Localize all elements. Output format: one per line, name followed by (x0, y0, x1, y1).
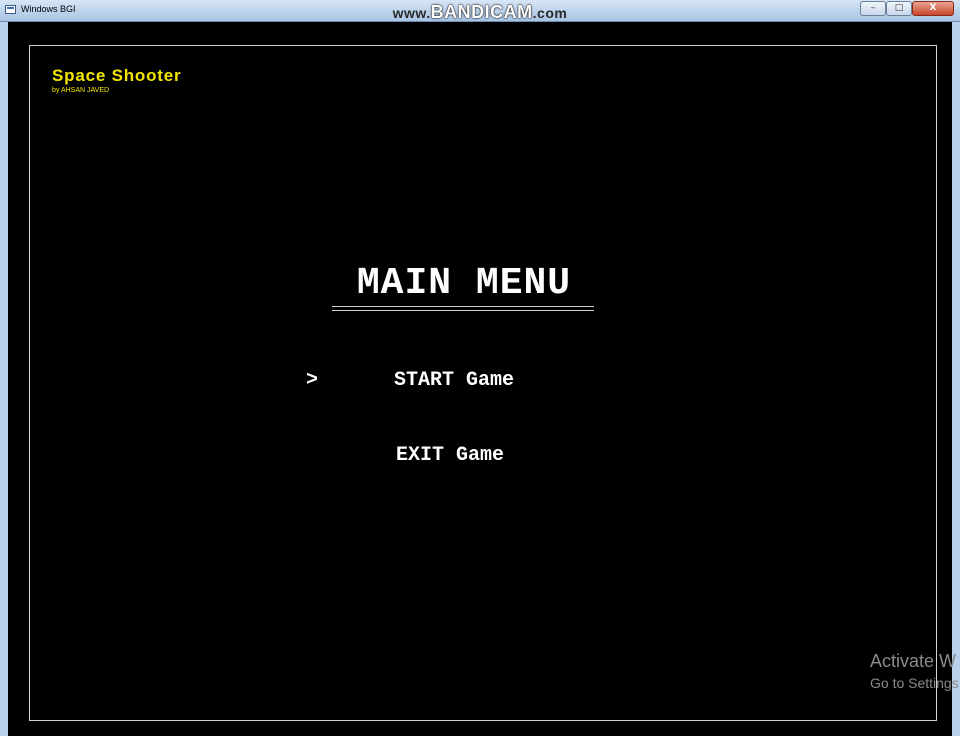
bandicam-watermark: www.BANDICAM.com (360, 0, 600, 22)
menu-item-start-game[interactable]: START Game (394, 369, 514, 392)
activation-line-1: Activate W (870, 651, 957, 671)
maximize-button[interactable]: □ (886, 1, 912, 16)
window-title: Windows BGI (21, 4, 76, 14)
menu-item-exit-game[interactable]: EXIT Game (396, 444, 504, 467)
app-window-icon (5, 5, 16, 14)
watermark-brand: BANDICAM (430, 2, 533, 22)
game-author: by AHSAN JAVED (52, 87, 110, 94)
minimize-button[interactable]: – (860, 1, 886, 16)
close-button[interactable]: X (912, 1, 954, 16)
window-controls: – □ X (860, 1, 954, 17)
activation-line-2: Go to Settings (870, 675, 959, 691)
game-title: Space Shooter (52, 66, 182, 85)
selection-cursor-icon: > (306, 369, 319, 392)
heading-underline (332, 306, 594, 311)
window-titlebar[interactable]: Windows BGI www.BANDICAM.com – □ X (0, 0, 960, 22)
window-frame-right (952, 22, 960, 736)
watermark-prefix: www. (392, 5, 431, 21)
window-frame-left (0, 22, 8, 736)
windows-activation-notice: Activate W Go to Settings (870, 651, 959, 691)
watermark-suffix: .com (532, 5, 568, 21)
main-menu-heading: MAIN MENU (356, 262, 572, 305)
